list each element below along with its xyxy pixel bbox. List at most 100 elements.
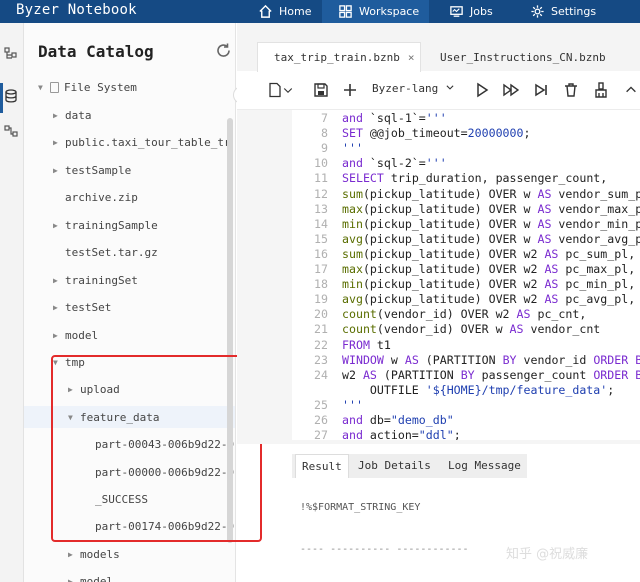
line-number: 24 (314, 367, 328, 382)
catalog-title: Data Catalog (38, 42, 154, 61)
app-brand[interactable]: Byzer Notebook (16, 2, 137, 18)
line-number: 8 (321, 126, 328, 141)
chevron-up-icon (626, 86, 636, 93)
tree-item[interactable]: ▶ model (24, 324, 235, 346)
tree-item[interactable]: ▶ public.taxi_tour_table_tr (24, 131, 235, 153)
tree-item[interactable]: ▶ models (24, 543, 235, 565)
code-text: avg(pickup_latitude) OVER w AS vendor_av… (342, 231, 640, 246)
nav-settings[interactable]: Settings (530, 0, 596, 23)
gear-icon (531, 5, 544, 18)
save-icon (314, 83, 328, 97)
code-text: SELECT trip_duration, passenger_count, (342, 171, 608, 186)
run-button[interactable] (472, 80, 492, 100)
add-cell-button[interactable] (340, 80, 360, 100)
fast-forward-icon (503, 83, 519, 97)
tree-item-label: models (80, 547, 120, 561)
code-cell[interactable]: 7 and `sql-1`=''' 8 SET @@job_timeout=20000… (292, 110, 640, 440)
caret-right-icon: ▶ (53, 330, 58, 340)
chevron-down-icon (283, 88, 293, 94)
code-text: and action="ddl"; (342, 428, 461, 440)
run-to-end-button[interactable] (531, 80, 551, 100)
language-label: Byzer-lang (372, 82, 439, 95)
tree-item-label: trainingSample (65, 218, 158, 232)
tree-item-label: data (65, 108, 92, 122)
nav-home[interactable]: Home (258, 0, 311, 23)
delete-button[interactable] (561, 80, 581, 100)
code-text: min(pickup_latitude) OVER w AS vendor_mi… (342, 216, 640, 231)
tree-item[interactable]: ▶ trainingSample (24, 214, 235, 236)
save-button[interactable] (311, 80, 331, 100)
line-number: 12 (314, 186, 328, 201)
tab-tax-trip-train[interactable]: tax_trip_train.bznb × (257, 42, 421, 72)
line-number: 9 (321, 141, 328, 156)
code-text: ''' (342, 397, 363, 412)
nav-jobs[interactable]: Jobs (449, 0, 493, 23)
tab-label: User_Instructions_CN.bznb (440, 50, 606, 64)
more-button[interactable] (624, 80, 638, 100)
highlight-box (51, 355, 262, 542)
tree-item[interactable]: ▶ testSet (24, 296, 235, 318)
code-text: and db="demo_db" (342, 413, 454, 427)
language-select[interactable]: Byzer-lang (372, 82, 455, 95)
database-icon (5, 89, 17, 103)
rail-flow-button[interactable] (4, 124, 20, 140)
code-text: sum(pickup_latitude) OVER w AS vendor_su… (342, 186, 640, 201)
line-number: 26 (314, 413, 328, 427)
watermark: 知乎 @祝威廉 (506, 547, 589, 562)
line-number: 16 (314, 246, 328, 261)
tree-item-label: public.taxi_tour_table_tr (65, 135, 231, 149)
code-text: max(pickup_latitude) OVER w2 AS pc_max_p… (342, 262, 636, 276)
code-text: FROM t1 (342, 337, 391, 352)
new-cell-dropdown[interactable] (282, 80, 294, 100)
caret-down-icon: ▼ (38, 82, 43, 92)
result-table-separator: ---- ---------- ------------ (300, 544, 469, 555)
refresh-icon (217, 43, 230, 57)
tree-item-label: testSet (65, 300, 112, 314)
code-text: count(vendor_id) OVER w AS vendor_cnt (342, 322, 601, 337)
nav-home-label: Home (279, 5, 312, 18)
caret-right-icon: ▶ (53, 220, 58, 230)
tree-item-label: archive.zip (65, 190, 138, 204)
tree-item[interactable]: ▶ model (24, 570, 235, 582)
line-number: 20 (314, 307, 328, 322)
tab-user-instructions[interactable]: User_Instructions_CN.bznb (440, 42, 640, 72)
tree-item[interactable]: ▶ trainingSet (24, 269, 235, 291)
nav-workspace[interactable]: Workspace (322, 0, 430, 23)
tab-log-message[interactable]: Log Message (448, 454, 521, 478)
line-number: 14 (314, 216, 328, 231)
tree-item-label: testSet.tar.gz (65, 245, 158, 259)
tab-job-details[interactable]: Job Details (358, 454, 431, 478)
home-icon (259, 4, 272, 18)
caret-right-icon: ▶ (53, 110, 58, 120)
trash-icon (565, 83, 577, 97)
rail-active-indicator (0, 83, 3, 113)
code-text: WINDOW w AS (PARTITION BY vendor_id ORDE… (342, 352, 640, 367)
code-text: min(pickup_latitude) OVER w2 AS pc_min_p… (342, 277, 636, 292)
line-number: 11 (314, 171, 328, 186)
refresh-button[interactable] (215, 42, 232, 59)
tree-item[interactable]: ▶ testSample (24, 159, 235, 181)
line-number: 25 (314, 397, 328, 412)
rail-data-catalog-button[interactable] (4, 89, 20, 105)
close-icon[interactable]: × (408, 51, 415, 64)
caret-right-icon: ▶ (53, 302, 58, 312)
code-text: and `sql-2`=''' (342, 156, 447, 171)
tree-item[interactable]: ▶ data (24, 104, 235, 126)
tree-item[interactable]: archive.zip (24, 186, 235, 208)
code-text: ''' (342, 141, 363, 156)
brush-icon (595, 82, 607, 98)
tree-item[interactable]: testSet.tar.gz (24, 241, 235, 263)
line-number: 15 (314, 231, 328, 246)
caret-right-icon: ▶ (68, 576, 73, 582)
run-all-button[interactable] (501, 80, 521, 100)
tree-root[interactable]: ▼ File System (24, 76, 235, 98)
line-number: 21 (314, 322, 328, 337)
clear-button[interactable] (591, 80, 611, 100)
result-output: !%$FORMAT_STRING_KEY (300, 502, 421, 513)
rail-notebooks-button[interactable] (4, 47, 20, 63)
tree-icon (4, 47, 17, 59)
line-number: 22 (314, 337, 328, 352)
code-text: max(pickup_latitude) OVER w AS vendor_ma… (342, 201, 640, 216)
line-number: 10 (314, 156, 328, 171)
tab-result[interactable]: Result (295, 454, 349, 478)
